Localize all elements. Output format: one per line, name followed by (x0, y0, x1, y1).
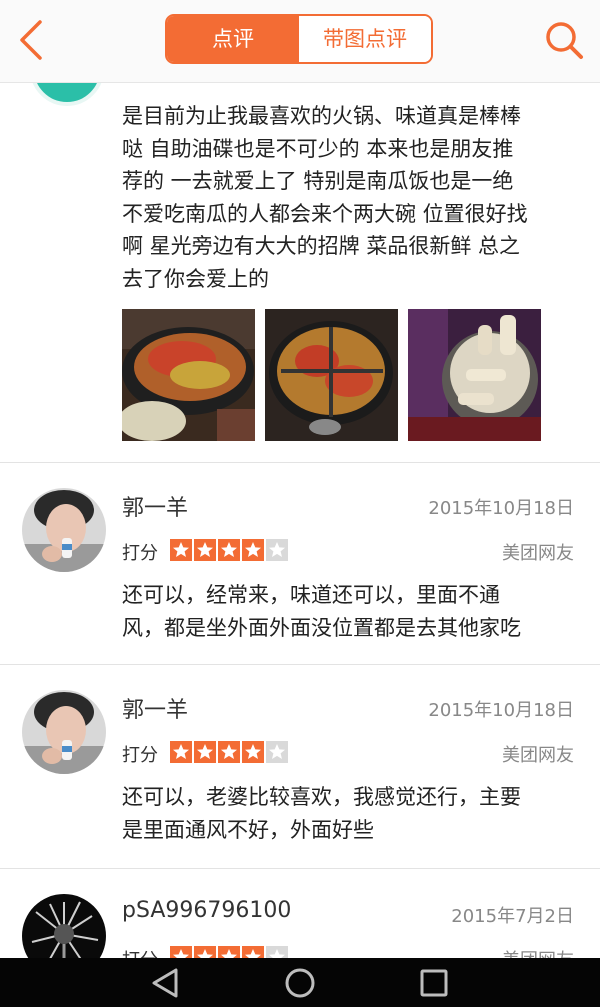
star-empty-icon (266, 741, 288, 763)
review-text-line: 去了你会爱上的 (122, 266, 269, 291)
review-text-line: 啊 星光旁边有大大的招牌 菜品很新鲜 总之 (122, 234, 521, 258)
star-filled-icon (218, 946, 240, 958)
system-nav-bar (0, 958, 600, 1007)
review-date: 2015年10月18日 (428, 498, 574, 519)
review-source: 美团网友 (502, 543, 574, 564)
rating-stars (170, 741, 288, 763)
avatar (30, 82, 104, 106)
nav-recent-button[interactable] (414, 966, 454, 1000)
divider (0, 868, 600, 869)
search-icon (546, 22, 583, 59)
review-text-line: 还可以，老婆比较喜欢，我感觉还行，主要 (122, 785, 521, 809)
review-type-toggle: 点评 带图点评 (165, 14, 433, 64)
review-text-line: 还可以，经常来，味道还可以，里面不通 (122, 583, 500, 607)
review-text: 还可以，经常来，味道还可以，里面不通 风，都是坐外面外面没位置都是去其他家吃 (122, 579, 582, 644)
review-text-line: 不爱吃南瓜的人都会来个两大碗 位置很好找 (122, 201, 528, 226)
review-photo[interactable] (408, 309, 541, 441)
star-filled-icon (170, 741, 192, 763)
rating-label: 打分 (122, 745, 158, 766)
star-filled-icon (218, 741, 240, 763)
rating-stars (170, 539, 288, 561)
search-button[interactable] (542, 18, 586, 62)
star-filled-icon (170, 946, 192, 958)
user-name[interactable]: 郭一羊 (122, 490, 188, 522)
review-text-line: 哒 自助油碟也是不可少的 本来也是朋友推 (122, 136, 514, 161)
divider (0, 664, 600, 665)
star-filled-icon (170, 539, 192, 561)
star-filled-icon (194, 539, 216, 561)
rating-label: 打分 (122, 946, 158, 958)
review-source: 美团网友 (502, 946, 574, 958)
nav-back-button[interactable] (146, 966, 186, 1000)
square-recent-icon (420, 969, 448, 997)
review-text-line: 荐的 一去就爱上了 特别是南瓜饭也是一绝 (122, 169, 514, 193)
review-text: 还可以，老婆比较喜欢，我感觉还行，主要 是里面通风不好，外面好些 (122, 781, 582, 846)
triangle-back-icon (152, 968, 178, 998)
top-bar: 点评 带图点评 (0, 0, 600, 83)
review-source: 美团网友 (502, 745, 574, 766)
divider (0, 462, 600, 463)
star-filled-icon (242, 539, 264, 561)
rating-stars (170, 946, 288, 958)
review-list[interactable]: 是目前为止我最喜欢的火锅、味道真是棒棒 哒 自助油碟也是不可少的 本来也是朋友推… (0, 82, 600, 958)
user-name[interactable]: pSA996796100 (122, 898, 291, 923)
review-text-line: 是里面通风不好，外面好些 (122, 817, 374, 842)
review-text: 是目前为止我最喜欢的火锅、味道真是棒棒 哒 自助油碟也是不可少的 本来也是朋友推… (122, 100, 582, 295)
star-filled-icon (218, 539, 240, 561)
review-photo[interactable] (122, 309, 255, 441)
review-photo[interactable] (265, 309, 398, 441)
star-filled-icon (194, 741, 216, 763)
back-button[interactable] (10, 18, 54, 62)
avatar[interactable] (22, 894, 106, 958)
rating-label: 打分 (122, 543, 158, 564)
review-date: 2015年7月2日 (451, 906, 574, 927)
tab-photo-reviews[interactable]: 带图点评 (299, 16, 431, 62)
avatar[interactable] (22, 690, 106, 774)
star-empty-icon (266, 539, 288, 561)
star-filled-icon (242, 946, 264, 958)
circle-home-icon (285, 968, 315, 998)
review-text-line: 是目前为止我最喜欢的火锅、味道真是棒棒 (122, 104, 521, 128)
star-filled-icon (194, 946, 216, 958)
user-name[interactable]: 郭一羊 (122, 692, 188, 724)
star-empty-icon (266, 946, 288, 958)
review-photos (122, 309, 582, 441)
nav-home-button[interactable] (280, 966, 320, 1000)
star-filled-icon (242, 741, 264, 763)
review-date: 2015年10月18日 (428, 700, 574, 721)
tab-reviews[interactable]: 点评 (167, 16, 299, 62)
review-text-line: 风，都是坐外面外面没位置都是去其他家吃 (122, 615, 521, 640)
chevron-left-icon (20, 20, 42, 60)
avatar[interactable] (22, 488, 106, 572)
